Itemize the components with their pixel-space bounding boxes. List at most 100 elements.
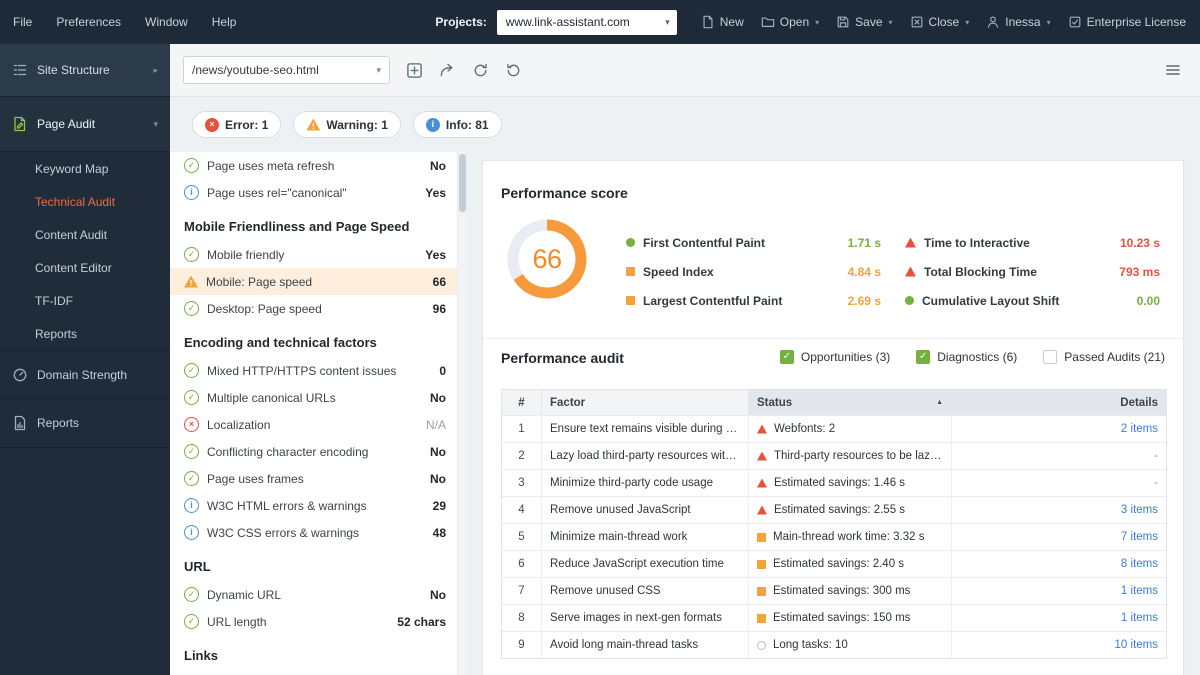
column-header-status[interactable]: Status ▲ (749, 390, 952, 415)
metric-largest-contentful-paint: Largest Contentful Paint 2.69 s (626, 294, 881, 308)
table-row[interactable]: 1 Ensure text remains visible during w...… (502, 415, 1166, 442)
table-row[interactable]: 6 Reduce JavaScript execution time Estimat… (502, 550, 1166, 577)
table-row[interactable]: 7 Remove unused CSS Estimated savings: 300… (502, 577, 1166, 604)
audit-list-item[interactable]: ✓ Page uses meta refresh No (170, 152, 457, 179)
sidebar-item-page-audit[interactable]: Page Audit ▾ (0, 97, 170, 152)
audit-item-value: No (430, 444, 446, 459)
pill-warning[interactable]: ! Warning: 1 (293, 111, 401, 138)
sidebar-item-reports[interactable]: Reports (0, 399, 170, 448)
filter-diagnostics-6[interactable]: ✓ Diagnostics (6) (916, 350, 1017, 364)
error-icon: × (184, 417, 199, 432)
column-header-num[interactable]: # (502, 390, 542, 415)
domain-strength-icon (12, 367, 28, 383)
audit-list-item[interactable]: ✓ Mobile friendly Yes (170, 241, 457, 268)
menu-preferences[interactable]: Preferences (56, 15, 121, 29)
audit-list-item[interactable]: i W3C HTML errors & warnings 29 (170, 492, 457, 519)
sidebar-item-label: Keyword Map (35, 161, 109, 176)
cell-status: Long tasks: 10 (749, 632, 952, 658)
info-icon: i (184, 498, 199, 513)
project-select[interactable]: www.link-assistant.com ▾ (496, 9, 677, 35)
user-button[interactable]: Inessa ▾ (986, 15, 1051, 29)
toolbar-icons (401, 57, 526, 83)
details-link[interactable]: 10 items (1115, 639, 1158, 651)
pill-error[interactable]: × Error: 1 (192, 111, 282, 138)
scrollbar-thumb[interactable] (459, 154, 466, 212)
table-row[interactable]: 9 Avoid long main-thread tasks Long tasks:… (502, 631, 1166, 658)
details-link[interactable]: 8 items (1121, 558, 1158, 570)
add-page-button[interactable] (401, 57, 427, 83)
sidebar-item-domain-strength[interactable]: Domain Strength (0, 350, 170, 399)
checkbox-icon[interactable]: ✓ (779, 350, 794, 364)
audit-item-label: URL length (207, 614, 267, 629)
audit-list-item[interactable]: ✓ Page uses frames No (170, 465, 457, 492)
scrollbar[interactable] (457, 152, 466, 675)
table-row[interactable]: 5 Minimize main-thread work Main-thread wo… (502, 523, 1166, 550)
filter-passed-audits-21[interactable]: Passed Audits (21) (1043, 350, 1165, 364)
sidebar-item-tf-idf[interactable]: TF-IDF (0, 284, 170, 317)
open-button[interactable]: Open ▾ (761, 15, 819, 29)
pill-info[interactable]: i Info: 81 (412, 111, 502, 138)
square-marker-icon (757, 586, 766, 596)
cell-factor: Remove unused JavaScript (542, 497, 749, 523)
menu-help[interactable]: Help (212, 15, 237, 29)
audit-list-item[interactable]: ! Mobile: Page speed 66 (170, 268, 457, 295)
cell-factor: Minimize third-party code usage (542, 470, 749, 496)
filter-opportunities-3[interactable]: ✓ Opportunities (3) (779, 350, 890, 364)
audit-list-item[interactable]: ✓ Multiple canonical URLs No (170, 384, 457, 411)
audit-list-item[interactable]: ✓ Conflicting character encoding No (170, 438, 457, 465)
cell-factor: Ensure text remains visible during w... (542, 416, 749, 442)
metric-speed-index: Speed Index 4.84 s (626, 265, 881, 279)
audit-list-item[interactable]: ✓ Desktop: Page speed 96 (170, 295, 457, 322)
audit-list-item[interactable]: ✓ URL length 52 chars (170, 608, 457, 635)
new-button[interactable]: New (701, 15, 744, 29)
column-header-details[interactable]: Details (952, 390, 1166, 415)
sidebar-item-content-editor[interactable]: Content Editor (0, 251, 170, 284)
audit-list-item[interactable]: ✓ Dynamic URL No (170, 581, 457, 608)
checkbox-icon[interactable]: ✓ (916, 350, 931, 364)
sidebar-item-content-audit[interactable]: Content Audit (0, 218, 170, 251)
audit-list-item[interactable]: i W3C CSS errors & warnings 48 (170, 519, 457, 546)
details-link[interactable]: 2 items (1121, 423, 1158, 435)
cell-details: 7 items (952, 524, 1166, 550)
details-link[interactable]: 3 items (1121, 504, 1158, 516)
details-link[interactable]: 1 items (1121, 612, 1158, 624)
cell-number: 5 (502, 524, 542, 550)
metric-label: Time to Interactive (924, 235, 1030, 250)
chevron-down-icon: ▾ (815, 17, 820, 27)
sidebar-item-reports[interactable]: Reports (0, 317, 170, 350)
audit-list-item[interactable]: ✓ Mixed HTTP/HTTPS content issues 0 (170, 357, 457, 384)
audit-list-item[interactable]: × Localization N/A (170, 411, 457, 438)
sidebar-item-technical-audit[interactable]: Technical Audit (0, 185, 170, 218)
url-select[interactable]: /news/youtube-seo.html ▾ (183, 56, 390, 84)
sidebar-item-keyword-map[interactable]: Keyword Map (0, 152, 170, 185)
menu-file[interactable]: File (13, 15, 32, 29)
cell-number: 7 (502, 578, 542, 604)
audit-list-item[interactable]: i Page uses rel="canonical" Yes (170, 179, 457, 206)
checkbox-icon[interactable] (1043, 350, 1058, 364)
table-row[interactable]: 4 Remove unused JavaScript Estimated savin… (502, 496, 1166, 523)
projects-label: Projects: (435, 15, 487, 29)
forward-arrow-button[interactable] (434, 57, 460, 83)
sidebar-item-label: Page Audit (37, 117, 96, 131)
divider (483, 338, 1183, 339)
details-link[interactable]: 1 items (1121, 585, 1158, 597)
sidebar: Site Structure ▸ Page Audit ▾ Keyword Ma… (0, 44, 170, 675)
table-row[interactable]: 8 Serve images in next-gen formats Estimat… (502, 604, 1166, 631)
menu-icon[interactable] (1162, 59, 1184, 81)
close-button[interactable]: Close ▾ (910, 15, 969, 29)
license-button[interactable]: Enterprise License (1068, 15, 1186, 29)
rebuild-page-button[interactable] (500, 57, 526, 83)
refresh-button[interactable] (467, 57, 493, 83)
sidebar-item-site-structure[interactable]: Site Structure ▸ (0, 44, 170, 97)
table-row[interactable]: 2 Lazy load third-party resources with f.… (502, 442, 1166, 469)
audit-section-header: URL (184, 559, 211, 574)
sort-ascending-icon: ▲ (936, 399, 943, 406)
button-label: Enterprise License (1086, 15, 1186, 29)
details-link[interactable]: 7 items (1121, 531, 1158, 543)
table-row[interactable]: 3 Minimize third-party code usage Estimate… (502, 469, 1166, 496)
menu-window[interactable]: Window (145, 15, 188, 29)
save-button[interactable]: Save ▾ (836, 15, 893, 29)
filter-label: Passed Audits (21) (1064, 350, 1165, 364)
audit-item-label: Page uses meta refresh (207, 158, 335, 173)
column-header-factor[interactable]: Factor (542, 390, 749, 415)
